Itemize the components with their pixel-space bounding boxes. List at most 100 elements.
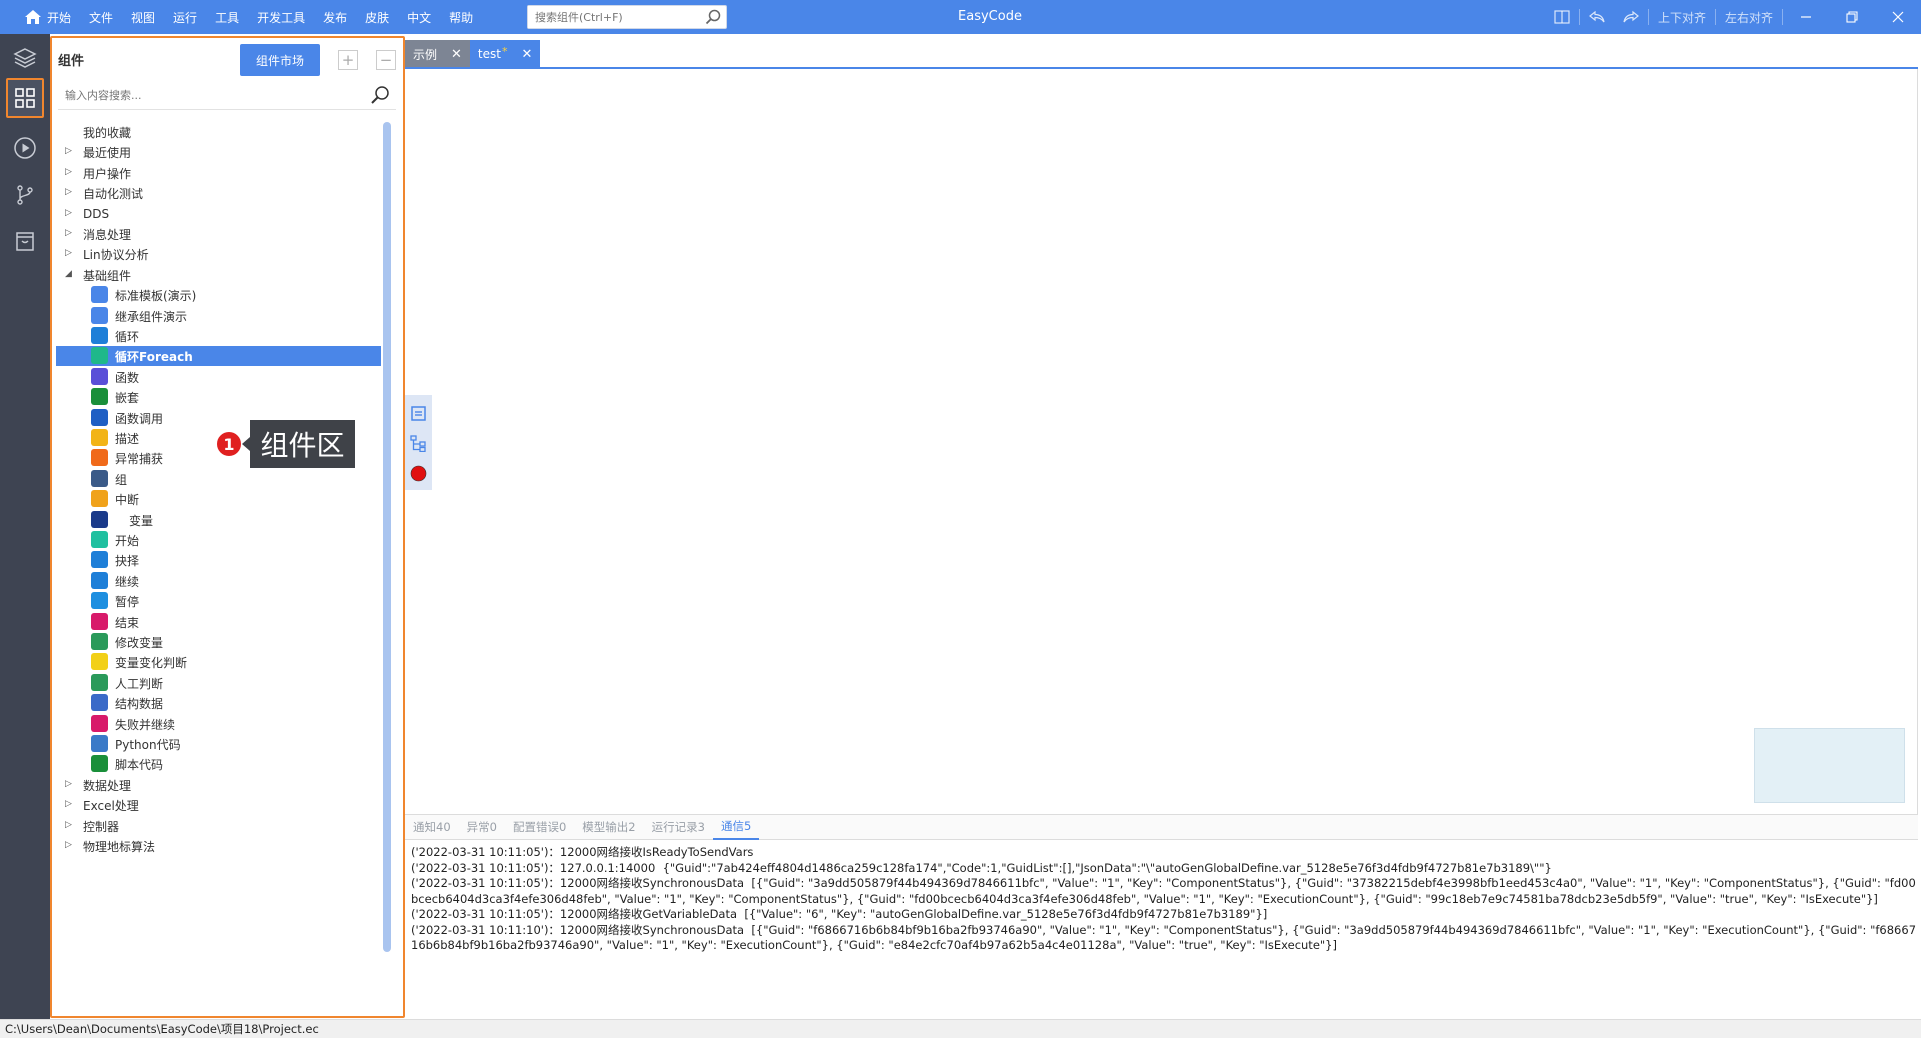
- document-icon: [91, 286, 108, 303]
- menu-item-language[interactable]: 中文: [398, 0, 440, 34]
- tree-item-label: 人工判断: [115, 676, 164, 691]
- tree-item[interactable]: 循环Foreach: [56, 346, 381, 366]
- tree-item[interactable]: 标准模板(演示): [56, 285, 381, 305]
- undo-button[interactable]: [1580, 0, 1614, 34]
- tree-item[interactable]: 组: [56, 469, 381, 489]
- tree-group[interactable]: ▷ 自动化测试: [56, 183, 381, 203]
- search-icon[interactable]: [370, 85, 390, 105]
- tree-item[interactable]: 嵌套: [56, 387, 381, 407]
- caret-collapsed-icon[interactable]: ▷: [65, 167, 73, 177]
- tree-item[interactable]: 暂停: [56, 591, 381, 611]
- caret-collapsed-icon[interactable]: ▷: [65, 187, 73, 197]
- split-view-button[interactable]: [1545, 0, 1579, 34]
- tree-item[interactable]: 循环: [56, 326, 381, 346]
- log-line: ('2022-03-31 10:11:05')：12000网络接收IsReady…: [411, 845, 754, 859]
- caret-collapsed-icon[interactable]: ▷: [65, 779, 73, 789]
- loop-icon: [91, 327, 108, 344]
- tree-group[interactable]: ▷ DDS: [56, 204, 381, 224]
- component-filter-input[interactable]: [58, 82, 348, 108]
- tree-item[interactable]: 脚本代码: [56, 754, 381, 774]
- align-horizontal-button[interactable]: 左右对齐: [1716, 0, 1782, 34]
- canvas-floating-toolbar: [405, 395, 432, 490]
- tree-item[interactable]: 中断: [56, 489, 381, 509]
- tree-item[interactable]: 变量变化判断: [56, 652, 381, 672]
- menu-item-skin[interactable]: 皮肤: [356, 0, 398, 34]
- output-tab[interactable]: 模型输出2: [574, 814, 643, 840]
- close-icon[interactable]: ✕: [451, 47, 462, 62]
- caret-collapsed-icon[interactable]: ▷: [65, 840, 73, 850]
- align-vertical-button[interactable]: 上下对齐: [1649, 0, 1715, 34]
- tree-item[interactable]: 结束: [56, 612, 381, 632]
- tree-item[interactable]: Python代码: [56, 734, 381, 754]
- output-tab[interactable]: 通信5: [712, 814, 760, 840]
- tree-item[interactable]: 继承组件演示: [56, 306, 381, 326]
- menu-item-file[interactable]: 文件: [80, 0, 122, 34]
- caret-collapsed-icon[interactable]: ▷: [65, 208, 73, 218]
- menu-item-tools[interactable]: 工具: [206, 0, 248, 34]
- tree-group[interactable]: ▷ 物理地标算法: [56, 836, 381, 856]
- tree-group[interactable]: ▷ 控制器: [56, 816, 381, 836]
- tree-item[interactable]: 抉择: [56, 550, 381, 570]
- tree-group[interactable]: ▷ 消息处理: [56, 224, 381, 244]
- menu-item-start[interactable]: 开始: [16, 0, 80, 34]
- caret-collapsed-icon[interactable]: ▷: [65, 820, 73, 830]
- component-tree-scrollbar[interactable]: [383, 122, 391, 952]
- component-search-input[interactable]: [528, 6, 698, 28]
- tree-item[interactable]: 失败并继续: [56, 714, 381, 734]
- output-tab[interactable]: 配置错误0: [505, 814, 574, 840]
- tree-item[interactable]: 修改变量: [56, 632, 381, 652]
- tree-group[interactable]: ▷ Lin协议分析: [56, 244, 381, 264]
- record-icon[interactable]: [410, 465, 427, 482]
- menu-item-run[interactable]: 运行: [164, 0, 206, 34]
- tree-item[interactable]: 函数: [56, 367, 381, 387]
- tree-group[interactable]: ▷ 数据处理: [56, 775, 381, 795]
- component-market-button[interactable]: 组件市场: [240, 44, 320, 76]
- tree-item[interactable]: 结构数据: [56, 693, 381, 713]
- caret-collapsed-icon[interactable]: ▷: [65, 146, 73, 156]
- tree-structure-icon[interactable]: [410, 435, 427, 452]
- caret-collapsed-icon[interactable]: ▷: [65, 248, 73, 258]
- output-tab[interactable]: 运行记录3: [644, 814, 713, 840]
- canvas-minimap[interactable]: [1754, 728, 1905, 803]
- tree-group[interactable]: ▷ 最近使用: [56, 142, 381, 162]
- tab-test[interactable]: test * ✕: [469, 40, 541, 68]
- tree-group[interactable]: 我的收藏: [56, 122, 381, 142]
- caret-expanded-icon[interactable]: ◢: [65, 269, 73, 279]
- nesting-icon: [91, 388, 108, 405]
- tree-item[interactable]: 开始: [56, 530, 381, 550]
- output-tab[interactable]: 异常0: [459, 814, 505, 840]
- output-tab[interactable]: 通知40: [405, 814, 459, 840]
- tree-item[interactable]: 变量: [56, 510, 381, 530]
- tree-group[interactable]: ▷ 用户操作: [56, 163, 381, 183]
- expand-all-button[interactable]: +: [338, 50, 358, 70]
- caret-collapsed-icon[interactable]: ▷: [65, 228, 73, 238]
- restore-button[interactable]: [1829, 0, 1875, 34]
- menu-item-dev-tools[interactable]: 开发工具: [248, 0, 314, 34]
- tree-group[interactable]: ▷ Excel处理: [56, 795, 381, 815]
- collapse-all-button[interactable]: −: [376, 50, 396, 70]
- activity-run-button[interactable]: [6, 128, 44, 168]
- menu-item-view[interactable]: 视图: [122, 0, 164, 34]
- menu-item-help[interactable]: 帮助: [440, 0, 482, 34]
- menu-item-publish[interactable]: 发布: [314, 0, 356, 34]
- activity-layers-button[interactable]: [6, 38, 44, 78]
- minimize-button[interactable]: [1783, 0, 1829, 34]
- flow-canvas[interactable]: [405, 69, 1918, 814]
- project-path: C:\Users\Dean\Documents\EasyCode\项目18\Pr…: [5, 1022, 319, 1036]
- caret-collapsed-icon[interactable]: ▷: [65, 799, 73, 809]
- redo-button[interactable]: [1614, 0, 1648, 34]
- activity-branch-button[interactable]: [6, 175, 44, 215]
- fit-view-icon[interactable]: [410, 405, 427, 422]
- tree-group[interactable]: ◢ 基础组件: [56, 265, 381, 285]
- tree-item[interactable]: 人工判断: [56, 673, 381, 693]
- activity-package-button[interactable]: [6, 221, 44, 261]
- activity-components-button[interactable]: [6, 78, 44, 118]
- tree-item-label: 最近使用: [83, 145, 132, 160]
- tree-item[interactable]: 继续: [56, 571, 381, 591]
- modify-variable-icon: [91, 633, 108, 650]
- tab-example[interactable]: 示例 ✕: [405, 40, 470, 68]
- search-icon[interactable]: [705, 9, 721, 25]
- close-icon[interactable]: ✕: [521, 47, 532, 62]
- close-window-button[interactable]: [1875, 0, 1921, 34]
- group-icon: [91, 470, 108, 487]
